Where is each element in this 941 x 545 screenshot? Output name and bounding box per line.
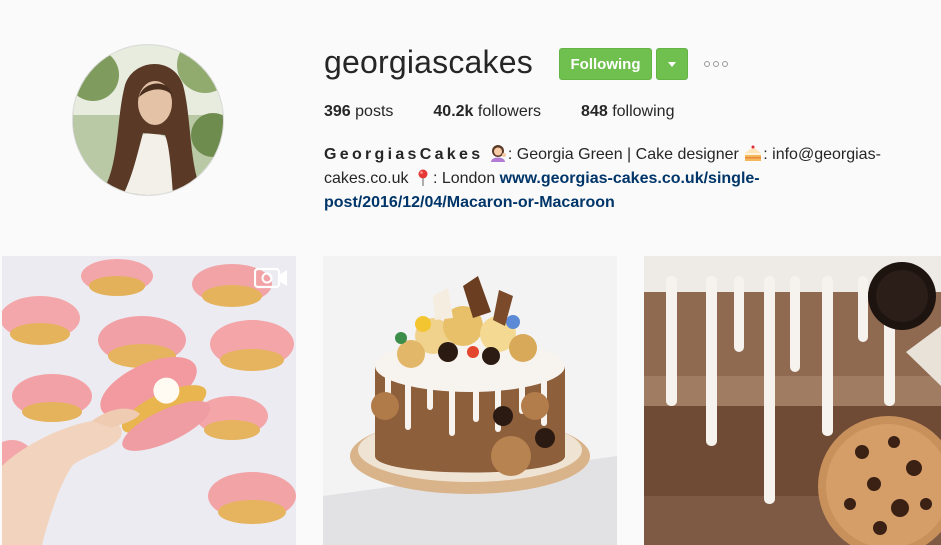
posts-label: posts (355, 103, 394, 120)
profile-stats: 396 posts 40.2k followers 848 following (324, 103, 714, 121)
profile-full-name: GeorgiasCakes (324, 146, 484, 163)
posts-count: 396 (324, 103, 351, 120)
followers-count: 40.2k (433, 103, 474, 120)
round-pushpin-emoji (414, 168, 432, 186)
following-button[interactable]: Following (559, 48, 652, 80)
followers-label: followers (477, 103, 542, 120)
followers-stat[interactable]: 40.2k followers (433, 103, 541, 121)
following-count: 848 (581, 103, 608, 120)
more-options-icon[interactable] (700, 54, 732, 74)
avatar[interactable] (72, 44, 224, 196)
following-label: following (612, 103, 675, 120)
following-stat[interactable]: 848 following (581, 103, 674, 121)
profile-username: georgiascakes (324, 44, 533, 80)
posts-stat: 396 posts (324, 103, 393, 121)
post-thumbnail-1[interactable] (2, 256, 296, 545)
profile-bio: GeorgiasCakes : Georgia Green | Cake des… (324, 143, 924, 215)
woman-tipping-hand-emoji (489, 144, 507, 162)
bio-text-3: : London (432, 170, 500, 187)
post-thumbnail-2[interactable] (323, 256, 617, 545)
video-icon (254, 266, 288, 290)
suggestions-dropdown-button[interactable] (656, 48, 688, 80)
post-thumbnail-3[interactable] (644, 256, 941, 545)
cake-emoji (744, 144, 762, 162)
chevron-down-icon (668, 61, 676, 67)
bio-text-1: : Georgia Green | Cake designer (507, 146, 744, 163)
